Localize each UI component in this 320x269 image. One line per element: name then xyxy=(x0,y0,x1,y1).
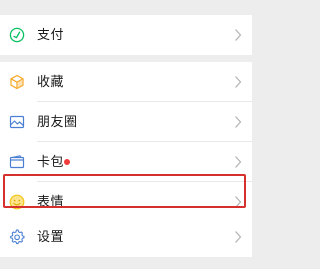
chevron-right-icon xyxy=(234,28,242,42)
chevron-right-icon xyxy=(234,155,242,169)
menu-item-moments[interactable]: 朋友圈 xyxy=(0,102,252,142)
landscape-photo-icon xyxy=(9,114,25,130)
menu-item-label: 表情 xyxy=(37,194,65,209)
menu-item-settings[interactable]: 设置 xyxy=(0,217,252,257)
pay-group: 支付 xyxy=(0,15,252,55)
pay-icon xyxy=(9,27,25,43)
menu-item-stickers[interactable]: 表情 xyxy=(0,182,252,222)
wallet-icon xyxy=(9,154,25,170)
menu-item-label: 朋友圈 xyxy=(37,114,78,129)
chevron-right-icon xyxy=(234,230,242,244)
menu-item-cards[interactable]: 卡包 xyxy=(0,142,252,182)
smiley-icon xyxy=(9,194,25,210)
services-group: 收藏 朋友圈 卡包 表情 xyxy=(0,62,252,222)
menu-item-pay[interactable]: 支付 xyxy=(0,15,252,55)
gear-icon xyxy=(9,229,25,245)
menu-item-label: 支付 xyxy=(37,27,65,42)
settings-group: 设置 xyxy=(0,217,252,257)
menu-item-label: 卡包 xyxy=(37,154,65,169)
chevron-right-icon xyxy=(234,75,242,89)
cube-icon xyxy=(9,74,25,90)
chevron-right-icon xyxy=(234,115,242,129)
notification-badge xyxy=(64,159,70,165)
menu-item-label: 收藏 xyxy=(37,74,65,89)
menu-item-favorites[interactable]: 收藏 xyxy=(0,62,252,102)
menu-item-label: 设置 xyxy=(37,229,65,244)
chevron-right-icon xyxy=(234,195,242,209)
